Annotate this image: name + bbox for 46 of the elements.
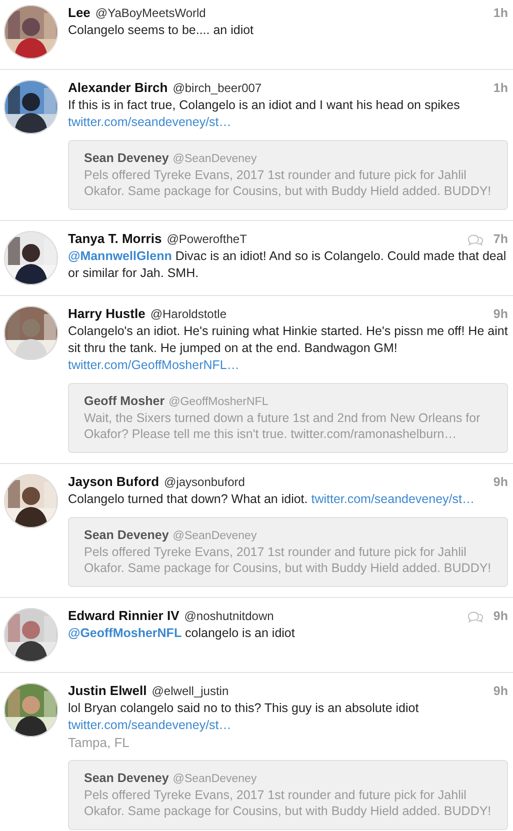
- tweet-link[interactable]: twitter.com/seandeveney/st…: [68, 115, 232, 129]
- mention-link[interactable]: @GeoffMosherNFL: [68, 626, 182, 640]
- quoted-user-handle: @GeoffMosherNFL: [168, 396, 268, 408]
- user-name[interactable]: Justin Elwell: [68, 683, 147, 698]
- user-handle[interactable]: @YaBoyMeetsWorld: [95, 6, 206, 20]
- tweet-text: If this is in fact true, Colangelo is an idiot and I want his head on spikes twitter.com/seandeveney/st…: [68, 97, 461, 131]
- tweet-text: @GeoffMosherNFL colangelo is an idiot: [68, 625, 296, 642]
- user-name[interactable]: Harry Hustle: [68, 306, 146, 321]
- quoted-tweet[interactable]: Sean Deveney @SeanDeveney Pels offered Tyreke Evans, 2017 1st rounder and future pick for Jahlil Okafor. Same package for Cousins, but with Buddy Hield added. BUDDY!: [68, 140, 508, 210]
- user-handle[interactable]: @noshutnitdown: [184, 609, 274, 623]
- user-handle[interactable]: @elwell_justin: [152, 684, 229, 698]
- user-handle[interactable]: @birch_beer007: [172, 81, 262, 95]
- tweet-text: lol Bryan colangelo said no to this? This guy is an absolute idiot twitter.com/seandeveney/st…: [68, 700, 420, 734]
- user-name[interactable]: Alexander Birch: [68, 80, 168, 95]
- tweet-text: Colangelo's an idiot. He's ruining what Hinkie started. He's pissn me off! He aint sit thru the tank. He jumped on at the end. Bandwagon GM! twitter.com/GeoffMosherNFL…: [68, 323, 508, 374]
- user-name[interactable]: Jayson Buford: [68, 474, 160, 489]
- user-name[interactable]: Edward Rinnier IV: [68, 608, 180, 623]
- tweet-text: Colangelo turned that down? What an idiot. twitter.com/seandeveney/st…: [68, 491, 476, 508]
- quoted-user-handle: @SeanDeveney: [172, 773, 257, 785]
- user-name[interactable]: Tanya T. Morris: [68, 231, 162, 246]
- tweet-text: Colangelo seems to be.... an idiot: [68, 22, 255, 39]
- user-handle[interactable]: @Haroldstotle: [150, 307, 227, 321]
- tweet-link[interactable]: twitter.com/seandeveney/st…: [311, 492, 474, 506]
- quoted-tweet[interactable]: Geoff Mosher @GeoffMosherNFL Wait, the Sixers turned down a future 1st and 2nd from New Orleans for Okafor? Please tell me this isn't true. twitter.com/ramonashelburn…: [68, 383, 508, 453]
- user-name[interactable]: Lee: [68, 5, 90, 20]
- quoted-tweet-text: Pels offered Tyreke Evans, 2017 1st rounder and future pick for Jahlil Okafor. Same package for Cousins, but with Buddy Hield added. BUDDY!: [84, 787, 492, 819]
- quoted-user-name: Sean Deveney: [84, 151, 169, 165]
- tweet-link[interactable]: twitter.com/GeoffMosherNFL…: [68, 358, 240, 372]
- tweet-text: @MannwellGlenn Divac is an idiot! And so is Colangelo. Could made that deal or similar for Jah. SMH.: [68, 248, 508, 282]
- tweet-link[interactable]: twitter.com/seandeveney/st…: [68, 718, 232, 732]
- conversation-icon[interactable]: [467, 234, 484, 246]
- mention-link[interactable]: @MannwellGlenn: [68, 249, 172, 263]
- quoted-tweet-text: Pels offered Tyreke Evans, 2017 1st rounder and future pick for Jahlil Okafor. Same package for Cousins, but with Buddy Hield added. BUDDY!: [84, 167, 492, 199]
- quoted-user-name: Geoff Mosher: [84, 394, 165, 408]
- conversation-icon[interactable]: [467, 610, 484, 622]
- quoted-tweet-text: Pels offered Tyreke Evans, 2017 1st rounder and future pick for Jahlil Okafor. Same package for Cousins, but with Buddy Hield added. BUDDY!: [84, 544, 492, 576]
- quoted-user-handle: @SeanDeveney: [172, 153, 257, 165]
- quoted-tweet[interactable]: Sean Deveney @SeanDeveney Pels offered Tyreke Evans, 2017 1st rounder and future pick for Jahlil Okafor. Same package for Cousins, but with Buddy Hield added. BUDDY!: [68, 760, 508, 830]
- location-text: Tampa, FL: [68, 734, 130, 751]
- quoted-user-handle: @SeanDeveney: [172, 530, 257, 542]
- quoted-user-name: Sean Deveney: [84, 528, 169, 542]
- user-handle[interactable]: @jaysonbuford: [164, 475, 245, 489]
- user-handle[interactable]: @PoweroftheT: [166, 232, 247, 246]
- quoted-user-name: Sean Deveney: [84, 771, 169, 785]
- quoted-tweet[interactable]: Sean Deveney @SeanDeveney Pels offered Tyreke Evans, 2017 1st rounder and future pick for Jahlil Okafor. Same package for Cousins, but with Buddy Hield added. BUDDY!: [68, 517, 508, 587]
- quoted-tweet-text: Wait, the Sixers turned down a future 1st and 2nd from New Orleans for Okafor? Please tell me this isn't true. twitter.com/ramonashelburn…: [84, 410, 482, 442]
